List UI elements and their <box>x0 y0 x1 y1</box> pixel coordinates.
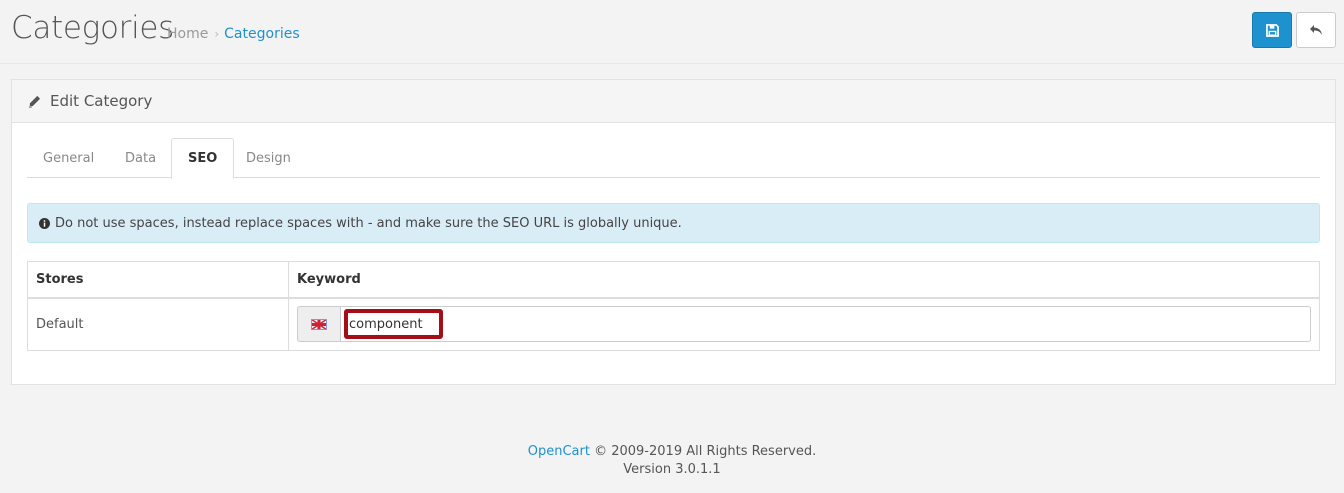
table-header-row: Stores Keyword <box>27 261 1320 299</box>
language-addon <box>297 306 341 343</box>
panel-heading: Edit Category <box>12 80 1335 123</box>
footer-version: Version 3.0.1.1 <box>623 462 721 477</box>
column-header-stores: Stores <box>27 261 289 299</box>
opencart-link[interactable]: OpenCart <box>528 444 590 459</box>
edit-category-panel: Edit Category General Data SEO Design Do… <box>11 79 1336 385</box>
footer-copyright-line: OpenCart © 2009-2019 All Rights Reserved… <box>0 443 1344 461</box>
footer: OpenCart © 2009-2019 All Rights Reserved… <box>0 443 1344 479</box>
tab-data[interactable]: Data <box>109 138 172 178</box>
save-icon <box>1265 23 1279 37</box>
breadcrumb-home[interactable]: Home <box>167 26 208 42</box>
alert-text: Do not use spaces, instead replace space… <box>55 215 682 231</box>
panel-heading-label: Edit Category <box>50 92 153 110</box>
save-button[interactable] <box>1252 12 1292 48</box>
page-title: Categories <box>11 10 175 46</box>
tab-general[interactable]: General <box>27 138 110 178</box>
category-tabs: General Data SEO Design <box>27 138 1320 179</box>
seo-url-table: Stores Keyword Default <box>27 261 1320 351</box>
breadcrumb: Home › Categories <box>167 26 300 42</box>
page-header: Categories Home › Categories <box>0 0 1344 64</box>
breadcrumb-categories[interactable]: Categories <box>224 26 299 42</box>
info-circle-icon <box>39 217 50 229</box>
tab-design[interactable]: Design <box>230 138 307 178</box>
reply-icon <box>1310 25 1322 35</box>
table-row: Default <box>27 297 1320 351</box>
column-header-keyword: Keyword <box>288 261 1320 299</box>
keyword-cell <box>288 297 1320 351</box>
uk-flag-icon <box>311 318 327 330</box>
breadcrumb-separator: › <box>214 27 220 41</box>
keyword-input-group <box>297 306 1311 343</box>
tab-seo[interactable]: SEO <box>171 138 235 179</box>
pencil-icon <box>28 95 41 108</box>
footer-copyright: © 2009-2019 All Rights Reserved. <box>594 444 817 459</box>
store-name-cell: Default <box>27 297 289 351</box>
back-button[interactable] <box>1296 12 1336 48</box>
keyword-field-wrapper <box>341 306 1311 343</box>
seo-info-alert: Do not use spaces, instead replace space… <box>27 203 1320 243</box>
keyword-input[interactable] <box>349 312 649 337</box>
